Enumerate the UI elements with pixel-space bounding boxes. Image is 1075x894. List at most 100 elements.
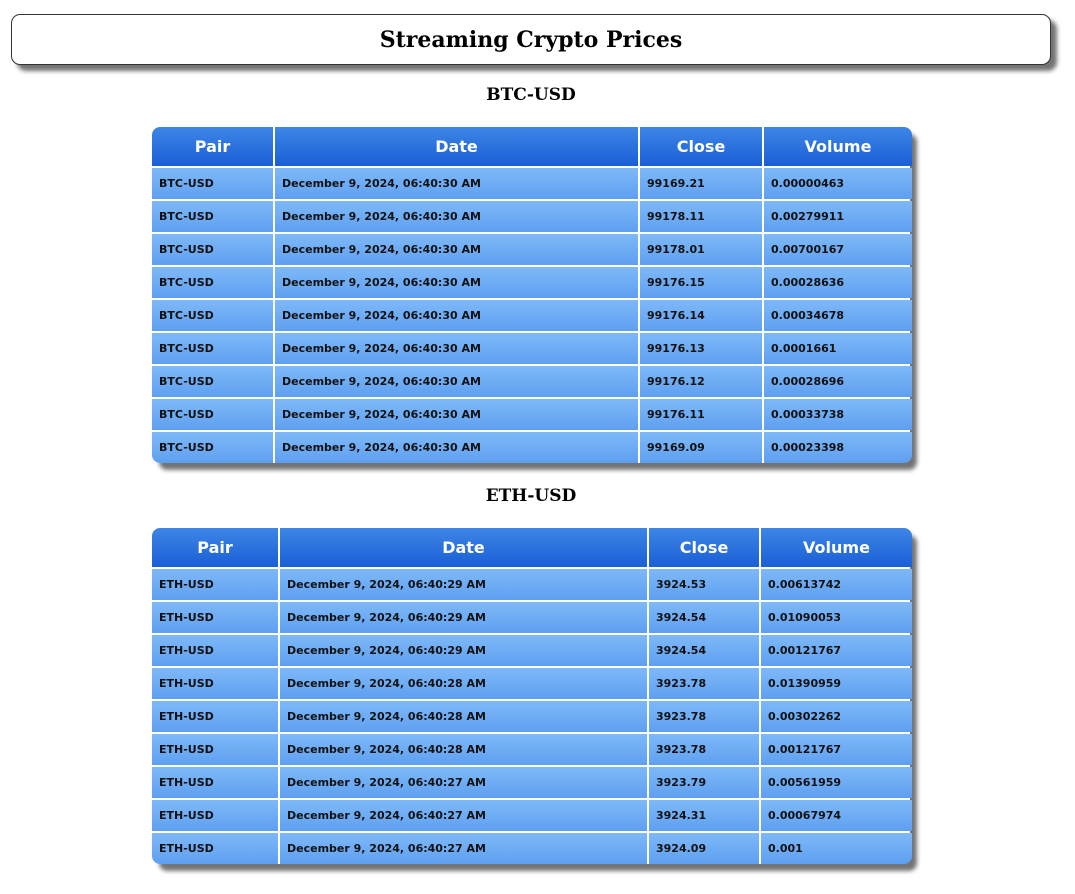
cell-close: 99176.13 <box>640 333 762 364</box>
table-row: ETH-USD December 9, 2024, 06:40:29 AM 3924… <box>152 569 912 600</box>
table-row: BTC-USD December 9, 2024, 06:40:30 AM 9917… <box>152 300 912 331</box>
cell-close: 3923.78 <box>649 701 759 732</box>
table-row: BTC-USD December 9, 2024, 06:40:30 AM 9917… <box>152 399 912 430</box>
table-row: ETH-USD December 9, 2024, 06:40:28 AM 3923… <box>152 734 912 765</box>
table-row: ETH-USD December 9, 2024, 06:40:29 AM 3924… <box>152 635 912 666</box>
btc-price-table: Pair Date Close Volume BTC-USD December 9… <box>152 127 912 463</box>
cell-close: 3923.78 <box>649 734 759 765</box>
cell-close: 3923.79 <box>649 767 759 798</box>
section-title-btc: BTC-USD <box>486 85 576 105</box>
cell-volume: 0.00033738 <box>764 399 912 430</box>
table-row: BTC-USD December 9, 2024, 06:40:30 AM 9917… <box>152 267 912 298</box>
cell-volume: 0.00121767 <box>761 734 912 765</box>
cell-pair: BTC-USD <box>152 234 273 265</box>
column-header-close: Close <box>649 528 759 567</box>
column-header-date: Date <box>280 528 647 567</box>
cell-pair: ETH-USD <box>152 800 278 831</box>
cell-volume: 0.01090053 <box>761 602 912 633</box>
cell-volume: 0.00028636 <box>764 267 912 298</box>
cell-pair: ETH-USD <box>152 602 278 633</box>
cell-volume: 0.00121767 <box>761 635 912 666</box>
cell-date: December 9, 2024, 06:40:28 AM <box>280 734 647 765</box>
cell-volume: 0.0001661 <box>764 333 912 364</box>
table-row: BTC-USD December 9, 2024, 06:40:30 AM 9917… <box>152 333 912 364</box>
table-header-row: Pair Date Close Volume <box>152 127 912 166</box>
cell-date: December 9, 2024, 06:40:27 AM <box>280 800 647 831</box>
cell-date: December 9, 2024, 06:40:30 AM <box>275 366 638 397</box>
table-header-row: Pair Date Close Volume <box>152 528 912 567</box>
page-title: Streaming Crypto Prices <box>379 26 683 53</box>
cell-close: 99178.01 <box>640 234 762 265</box>
table-row: ETH-USD December 9, 2024, 06:40:27 AM 3924… <box>152 800 912 831</box>
cell-pair: BTC-USD <box>152 366 273 397</box>
cell-date: December 9, 2024, 06:40:29 AM <box>280 635 647 666</box>
cell-pair: BTC-USD <box>152 432 273 463</box>
cell-pair: BTC-USD <box>152 267 273 298</box>
cell-volume: 0.00279911 <box>764 201 912 232</box>
cell-close: 3924.53 <box>649 569 759 600</box>
cell-date: December 9, 2024, 06:40:27 AM <box>280 767 647 798</box>
eth-price-table: Pair Date Close Volume ETH-USD December 9… <box>152 528 912 864</box>
cell-volume: 0.00302262 <box>761 701 912 732</box>
cell-date: December 9, 2024, 06:40:30 AM <box>275 267 638 298</box>
cell-pair: ETH-USD <box>152 635 278 666</box>
column-header-close: Close <box>640 127 762 166</box>
cell-date: December 9, 2024, 06:40:30 AM <box>275 234 638 265</box>
cell-pair: ETH-USD <box>152 569 278 600</box>
column-header-pair: Pair <box>152 127 273 166</box>
cell-date: December 9, 2024, 06:40:27 AM <box>280 833 647 864</box>
cell-date: December 9, 2024, 06:40:30 AM <box>275 168 638 199</box>
cell-pair: ETH-USD <box>152 668 278 699</box>
cell-date: December 9, 2024, 06:40:28 AM <box>280 701 647 732</box>
cell-volume: 0.00561959 <box>761 767 912 798</box>
cell-pair: ETH-USD <box>152 734 278 765</box>
cell-close: 99176.15 <box>640 267 762 298</box>
table-row: BTC-USD December 9, 2024, 06:40:30 AM 9916… <box>152 432 912 463</box>
cell-close: 3924.31 <box>649 800 759 831</box>
cell-date: December 9, 2024, 06:40:30 AM <box>275 201 638 232</box>
cell-volume: 0.00067974 <box>761 800 912 831</box>
cell-pair: ETH-USD <box>152 701 278 732</box>
table-row: ETH-USD December 9, 2024, 06:40:28 AM 3923… <box>152 668 912 699</box>
cell-date: December 9, 2024, 06:40:28 AM <box>280 668 647 699</box>
cell-close: 99178.11 <box>640 201 762 232</box>
cell-pair: ETH-USD <box>152 767 278 798</box>
cell-volume: 0.00023398 <box>764 432 912 463</box>
table-row: BTC-USD December 9, 2024, 06:40:30 AM 9917… <box>152 366 912 397</box>
table-row: ETH-USD December 9, 2024, 06:40:27 AM 3923… <box>152 767 912 798</box>
cell-pair: BTC-USD <box>152 300 273 331</box>
table-row: BTC-USD December 9, 2024, 06:40:30 AM 9916… <box>152 168 912 199</box>
cell-volume: 0.00613742 <box>761 569 912 600</box>
table-row: BTC-USD December 9, 2024, 06:40:30 AM 9917… <box>152 201 912 232</box>
section-title-eth: ETH-USD <box>485 486 577 506</box>
cell-pair: BTC-USD <box>152 399 273 430</box>
table-row: ETH-USD December 9, 2024, 06:40:28 AM 3923… <box>152 701 912 732</box>
cell-close: 99176.11 <box>640 399 762 430</box>
cell-pair: BTC-USD <box>152 333 273 364</box>
cell-pair: BTC-USD <box>152 168 273 199</box>
cell-date: December 9, 2024, 06:40:30 AM <box>275 432 638 463</box>
column-header-pair: Pair <box>152 528 278 567</box>
column-header-date: Date <box>275 127 638 166</box>
table-row: BTC-USD December 9, 2024, 06:40:30 AM 9917… <box>152 234 912 265</box>
cell-volume: 0.001 <box>761 833 912 864</box>
cell-volume: 0.00034678 <box>764 300 912 331</box>
cell-close: 3924.54 <box>649 635 759 666</box>
table-row: ETH-USD December 9, 2024, 06:40:27 AM 3924… <box>152 833 912 864</box>
cell-date: December 9, 2024, 06:40:30 AM <box>275 333 638 364</box>
cell-close: 99176.12 <box>640 366 762 397</box>
cell-close: 99176.14 <box>640 300 762 331</box>
cell-date: December 9, 2024, 06:40:29 AM <box>280 569 647 600</box>
column-header-volume: Volume <box>761 528 912 567</box>
cell-volume: 0.00700167 <box>764 234 912 265</box>
cell-pair: ETH-USD <box>152 833 278 864</box>
header-bar: Streaming Crypto Prices <box>11 14 1051 65</box>
cell-pair: BTC-USD <box>152 201 273 232</box>
cell-close: 3923.78 <box>649 668 759 699</box>
cell-close: 3924.09 <box>649 833 759 864</box>
cell-volume: 0.01390959 <box>761 668 912 699</box>
table-row: ETH-USD December 9, 2024, 06:40:29 AM 3924… <box>152 602 912 633</box>
cell-close: 3924.54 <box>649 602 759 633</box>
cell-close: 99169.21 <box>640 168 762 199</box>
cell-volume: 0.00028696 <box>764 366 912 397</box>
